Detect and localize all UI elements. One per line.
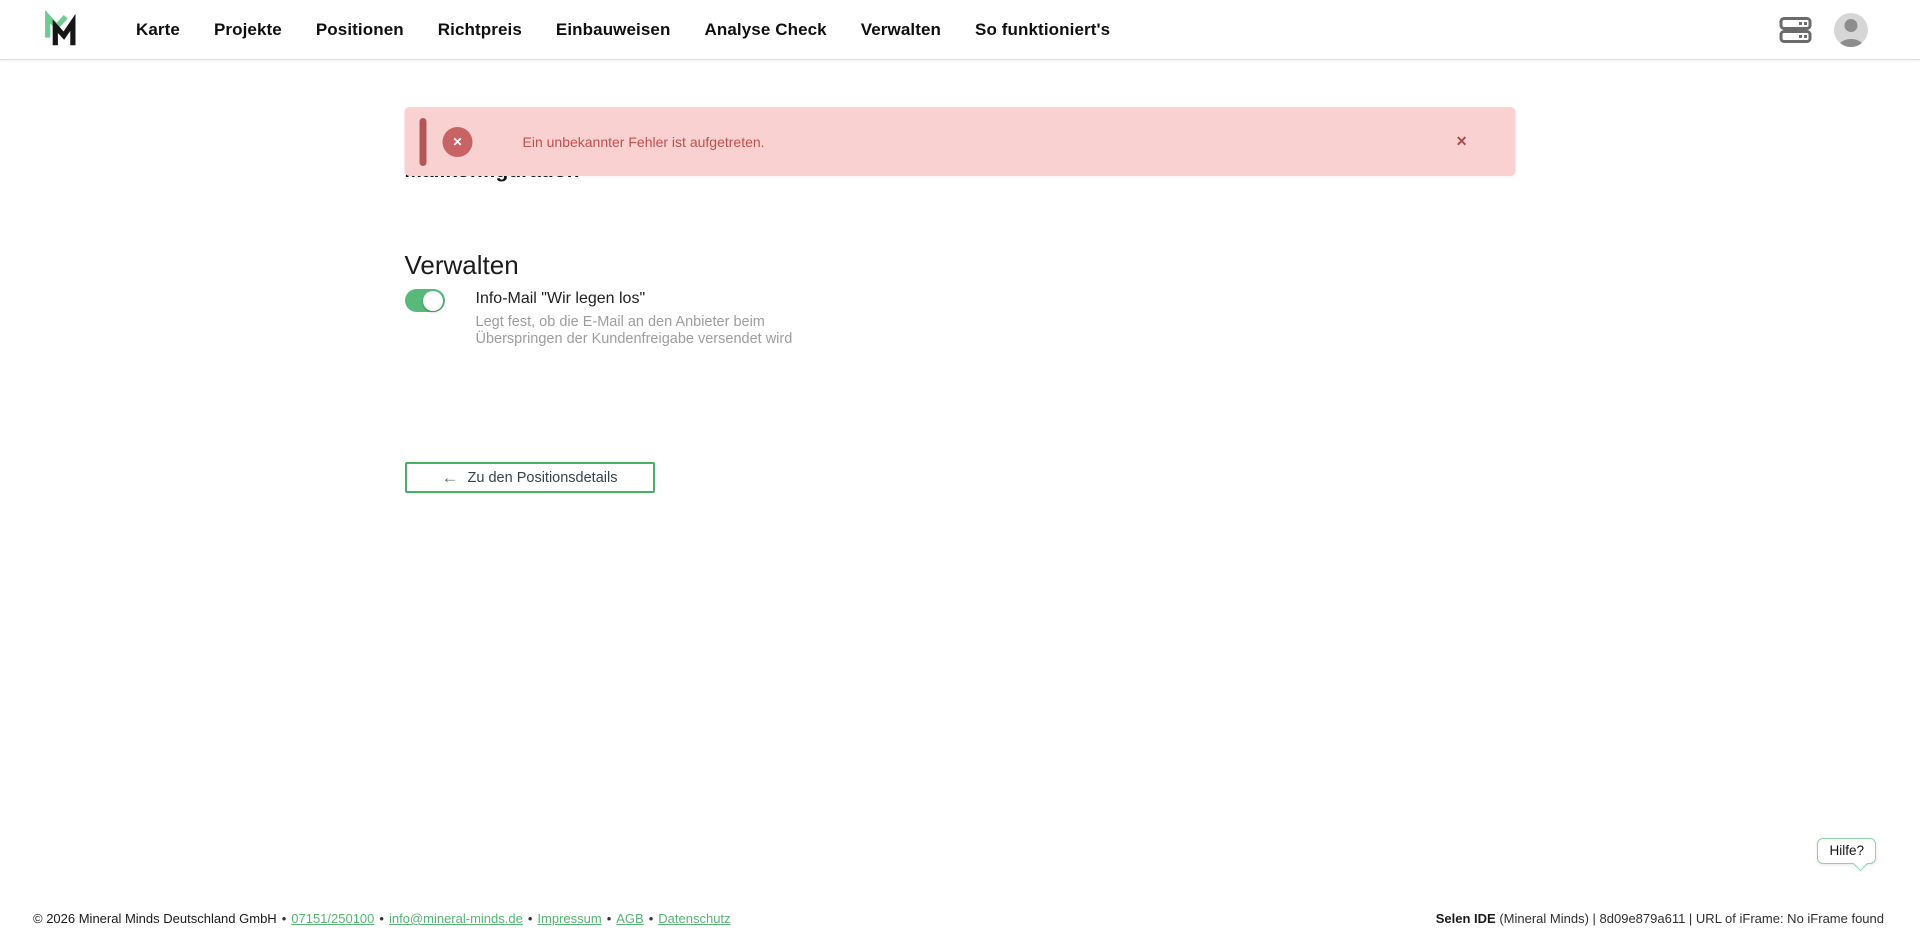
alert-close-icon[interactable]: ✕ xyxy=(1456,133,1468,150)
footer-separator: • xyxy=(282,910,287,927)
back-to-position-details-button[interactable]: ← Zu den Positionsdetails xyxy=(405,462,655,493)
section-title: Verwalten xyxy=(405,248,1516,282)
footer-link-impressum[interactable]: Impressum xyxy=(537,910,601,927)
footer-ide-details: (Mineral Minds) | 8d09e879a611 | URL of … xyxy=(1496,911,1884,926)
avatar-shoulders xyxy=(1838,39,1864,47)
nav-item-karte[interactable]: Karte xyxy=(136,20,180,40)
setting-text: Info-Mail "Wir legen los" Legt fest, ob … xyxy=(476,289,806,347)
error-circle-icon: ✕ xyxy=(443,127,473,157)
nav-item-analyse-check[interactable]: Analyse Check xyxy=(704,20,826,40)
footer-copyright: © 2026 Mineral Minds Deutschland GmbH xyxy=(33,910,277,927)
error-alert: ✕ Ein unbekannter Fehler ist aufgetreten… xyxy=(405,107,1516,176)
toggle-knob xyxy=(423,291,443,311)
nav-item-verwalten[interactable]: Verwalten xyxy=(861,20,941,40)
info-mail-setting-row: Info-Mail "Wir legen los" Legt fest, ob … xyxy=(405,289,1516,347)
footer-separator: • xyxy=(607,910,612,927)
footer-separator: • xyxy=(528,910,533,927)
nav-item-so-funktionierts[interactable]: So funktioniert's xyxy=(975,20,1110,40)
alert-accent-bar xyxy=(420,118,427,166)
mineral-minds-logo xyxy=(42,10,80,50)
main-nav: Karte Projekte Positionen Richtpreis Ein… xyxy=(136,20,1110,40)
footer-ide-name: Selen IDE xyxy=(1436,911,1496,926)
footer-ide-info: Selen IDE (Mineral Minds) | 8d09e879a611… xyxy=(1436,910,1884,927)
nav-item-projekte[interactable]: Projekte xyxy=(214,20,282,40)
footer: © 2026 Mineral Minds Deutschland GmbH • … xyxy=(33,910,1884,927)
back-button-label: Zu den Positionsdetails xyxy=(468,470,618,486)
setting-description: Legt fest, ob die E-Mail an den Anbieter… xyxy=(476,314,806,347)
topbar-actions xyxy=(1779,13,1920,47)
help-button[interactable]: Hilfe? xyxy=(1817,838,1876,864)
left-arrow-icon: ← xyxy=(442,469,459,486)
footer-separator: • xyxy=(379,910,384,927)
nav-item-positionen[interactable]: Positionen xyxy=(316,20,404,40)
footer-left: © 2026 Mineral Minds Deutschland GmbH • … xyxy=(33,910,731,927)
nav-item-richtpreis[interactable]: Richtpreis xyxy=(438,20,522,40)
avatar-head xyxy=(1845,19,1858,32)
footer-link-datenschutz[interactable]: Datenschutz xyxy=(658,910,730,927)
alert-message: Ein unbekannter Fehler ist aufgetreten. xyxy=(523,134,765,150)
footer-link-email[interactable]: info@mineral-minds.de xyxy=(389,910,523,927)
setting-label: Info-Mail "Wir legen los" xyxy=(476,289,806,309)
footer-separator: • xyxy=(649,910,654,927)
main-content: Mailkonfiguration Verwalten Info-Mail "W… xyxy=(405,154,1516,493)
server-stack-icon[interactable] xyxy=(1779,16,1812,44)
top-navigation-bar: Karte Projekte Positionen Richtpreis Ein… xyxy=(0,0,1920,60)
info-mail-toggle[interactable] xyxy=(405,289,445,312)
nav-item-einbauweisen[interactable]: Einbauweisen xyxy=(556,20,671,40)
footer-link-agb[interactable]: AGB xyxy=(616,910,643,927)
user-avatar-icon[interactable] xyxy=(1834,13,1868,47)
footer-link-phone[interactable]: 07151/250100 xyxy=(291,910,374,927)
